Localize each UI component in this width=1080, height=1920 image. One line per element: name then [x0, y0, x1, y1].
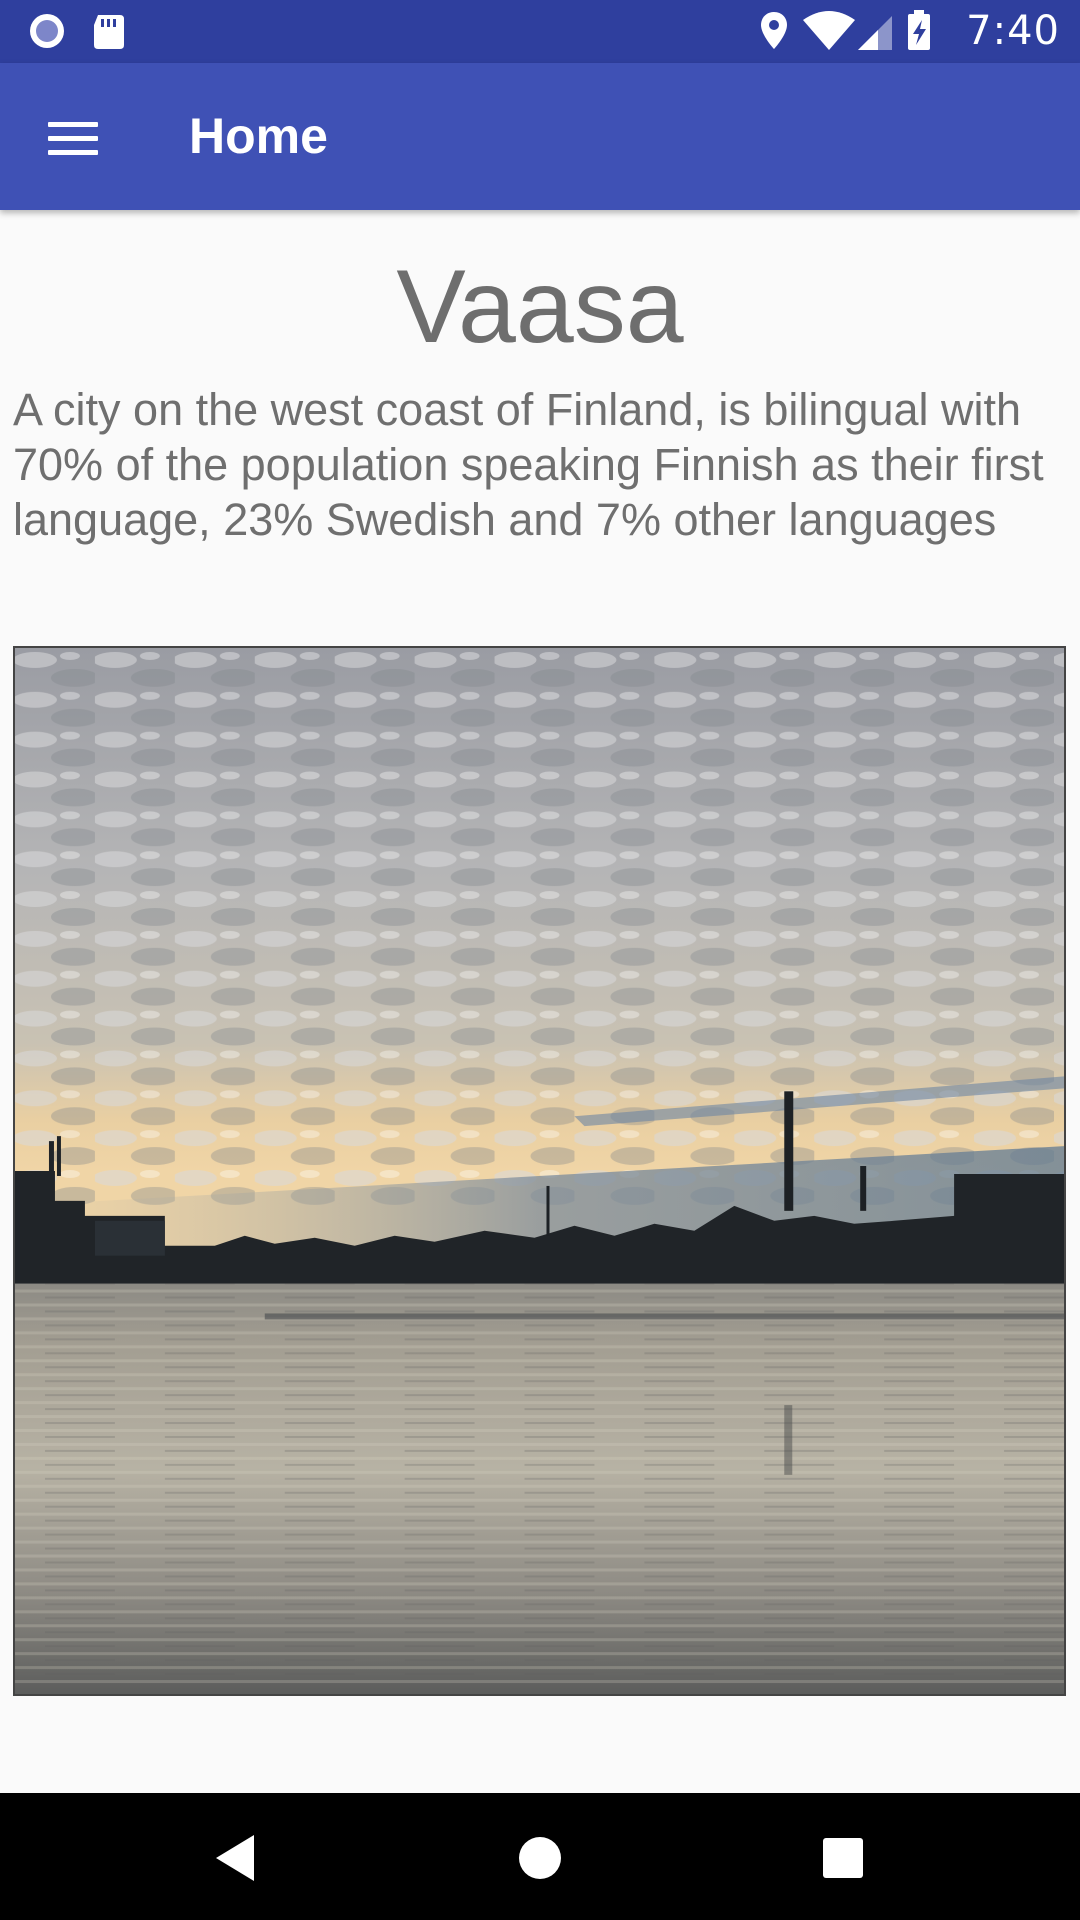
- back-button[interactable]: [200, 1823, 270, 1893]
- sd-card-icon: [94, 15, 124, 49]
- app-bar: Home: [0, 63, 1080, 210]
- wifi-icon: [803, 11, 856, 50]
- status-system-icons: [761, 10, 931, 50]
- battery-charging-icon: [908, 10, 931, 50]
- signal-icon: [858, 16, 893, 50]
- location-icon: [761, 12, 788, 49]
- main-content: Vaasa A city on the west coast of Finlan…: [0, 210, 1080, 1793]
- system-nav-bar: [0, 1793, 1080, 1920]
- city-description: A city on the west coast of Finland, is …: [13, 384, 1044, 545]
- status-left-icons: [28, 11, 138, 51]
- app-bar-title: Home: [189, 108, 328, 164]
- city-photo: [13, 646, 1066, 1696]
- status-clock: 7:40: [966, 8, 1060, 54]
- status-bar: 7:40: [0, 0, 1080, 63]
- recents-button[interactable]: [808, 1823, 878, 1893]
- city-photo-image: [15, 648, 1064, 1694]
- status-right-icons: 7:40: [758, 8, 1060, 54]
- record-icon: [30, 14, 64, 48]
- city-title: Vaasa: [396, 249, 684, 365]
- status-notification-icons: [30, 14, 124, 49]
- home-button[interactable]: [505, 1823, 575, 1893]
- home-icon: [519, 1837, 561, 1879]
- back-icon: [216, 1835, 254, 1881]
- menu-button[interactable]: [34, 99, 112, 177]
- recents-icon: [823, 1838, 863, 1878]
